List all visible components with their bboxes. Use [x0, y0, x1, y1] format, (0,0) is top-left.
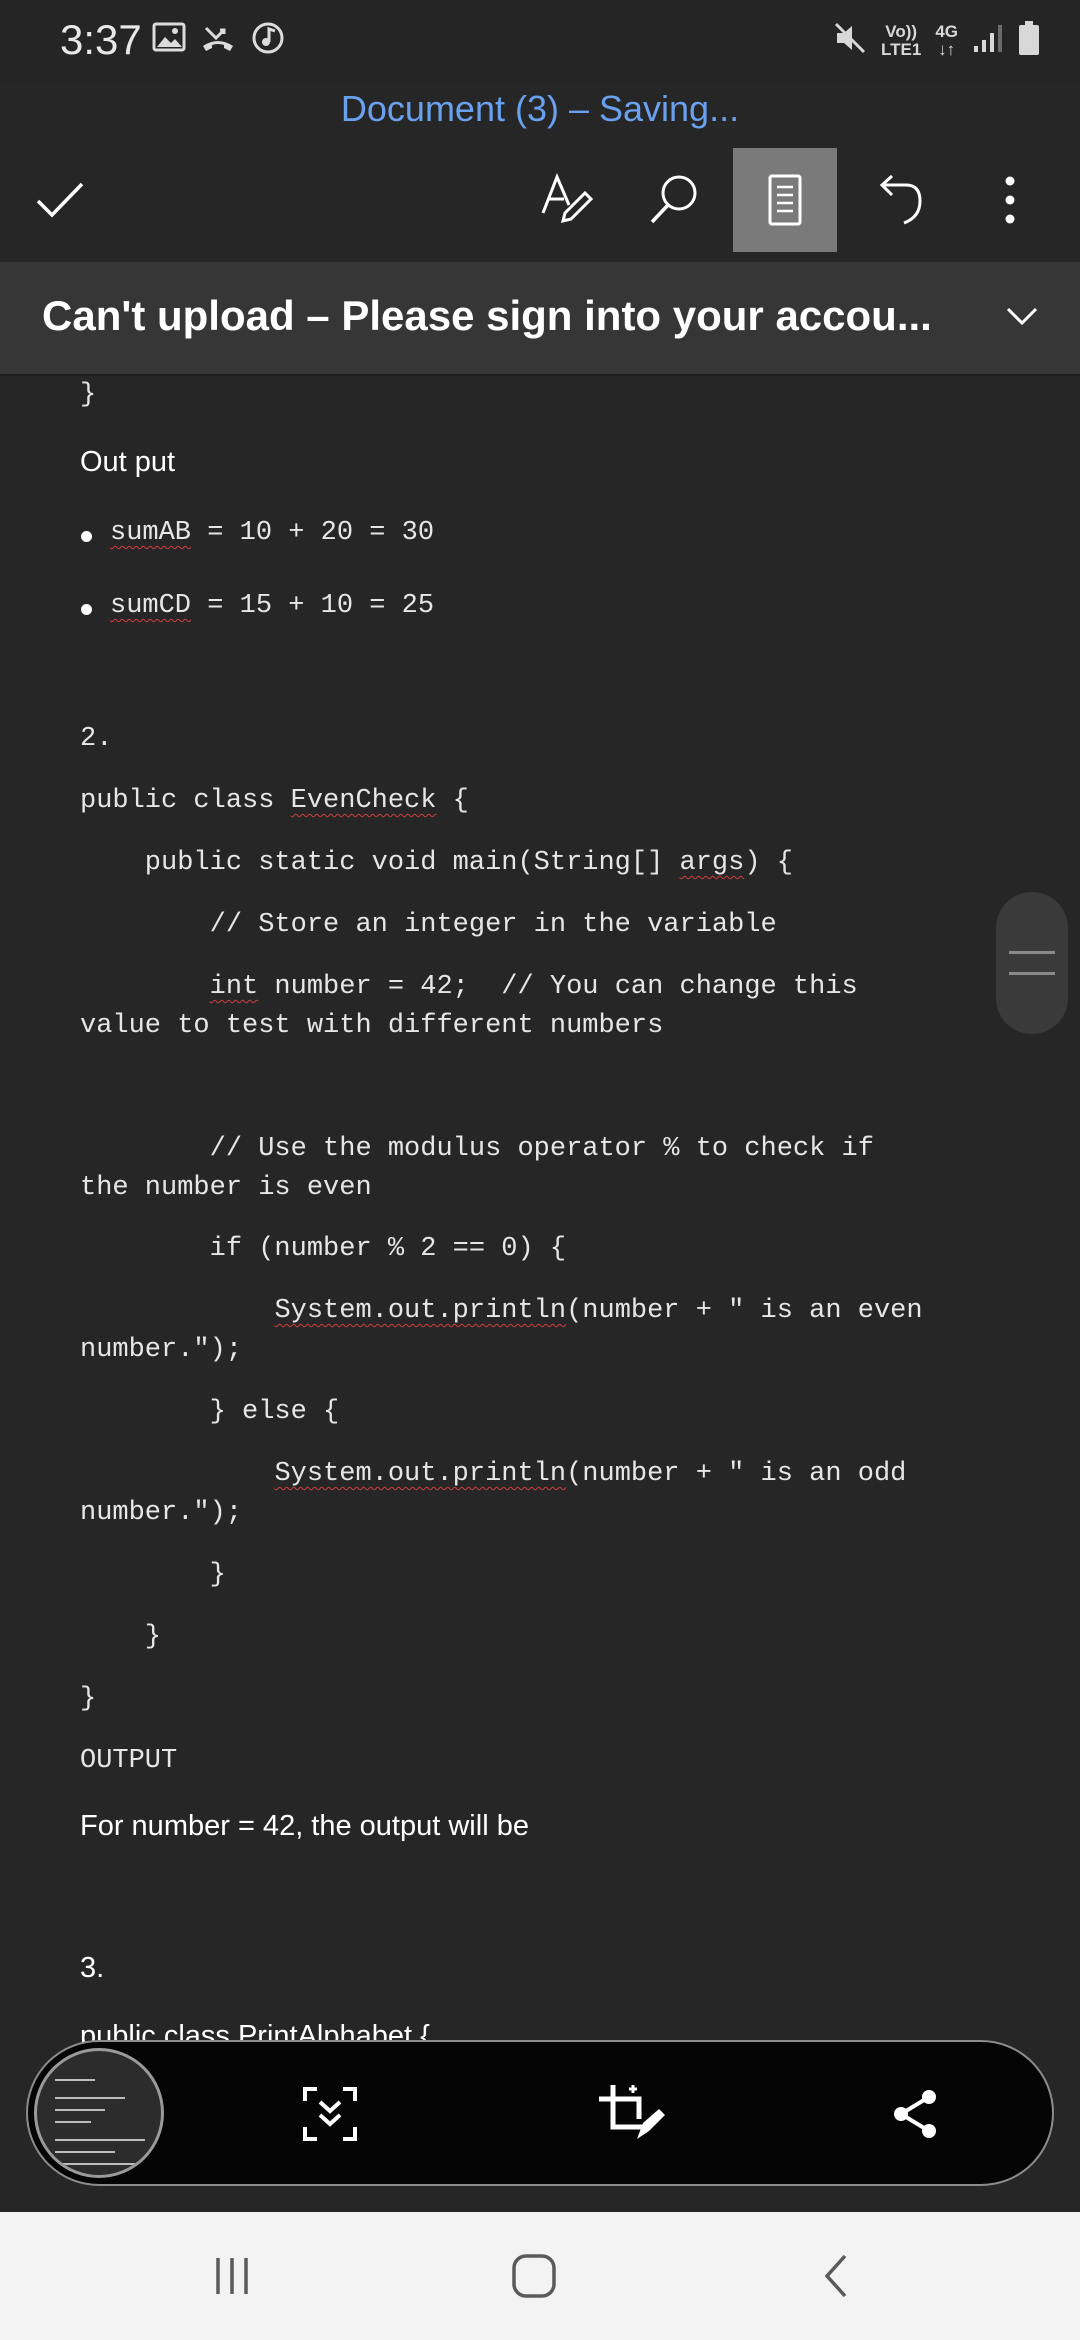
recent-apps-icon	[216, 2258, 248, 2294]
bullet-dot	[81, 604, 92, 615]
read-mode-button[interactable]	[733, 148, 837, 252]
code-line: // Store an integer in the variable	[80, 910, 777, 940]
document-title: Document (3) – Saving...	[340, 88, 740, 129]
network-label: Vo)) LTE1	[881, 21, 922, 59]
bullet-item: sumAB = 10 + 20 = 30	[110, 518, 435, 548]
back-icon	[824, 2254, 847, 2298]
search-button[interactable]	[622, 148, 726, 252]
signal-icon	[972, 22, 1004, 59]
scroll-capture-button[interactable]	[278, 2062, 382, 2166]
chevron-down-icon[interactable]	[1004, 298, 1040, 339]
network-type: 4G ↓↑	[935, 21, 958, 59]
crop-edit-button[interactable]	[580, 2062, 684, 2166]
scroll-capture-icon	[303, 2087, 357, 2141]
bullet-item: sumCD = 15 + 10 = 25	[110, 591, 435, 621]
code-line: } else {	[80, 1397, 340, 1427]
more-options-button[interactable]	[958, 148, 1062, 252]
code-line: the number is even	[80, 1173, 372, 1203]
mute-icon	[833, 21, 867, 60]
share-button[interactable]	[864, 2062, 968, 2166]
toolbar	[0, 146, 1080, 256]
code-line: }	[80, 1560, 226, 1590]
missed-call-icon	[200, 20, 236, 61]
pen-format-icon	[541, 173, 593, 224]
home-button[interactable]	[484, 2236, 584, 2316]
more-icon	[1005, 176, 1015, 224]
code-line: }	[80, 380, 97, 410]
music-sync-icon	[250, 20, 286, 61]
code-line: value to test with different numbers	[80, 1011, 664, 1041]
status-time: 3:37	[60, 16, 142, 63]
search-icon	[650, 175, 697, 224]
check-button[interactable]	[8, 148, 112, 252]
home-icon	[512, 2254, 556, 2298]
section-number: 3.	[80, 1952, 105, 1984]
document-body[interactable]: } Out put sumAB = 10 + 20 = 30 sumCD = 1…	[0, 376, 1080, 2044]
output-text: For number = 42, the output will be	[80, 1810, 529, 1842]
navigation-bar	[0, 2212, 1080, 2340]
undo-icon	[879, 174, 922, 225]
fast-scroll-handle[interactable]	[996, 892, 1068, 1034]
upload-error-banner[interactable]: Can't upload – Please sign into your acc…	[0, 262, 1080, 376]
output-heading: Out put	[80, 446, 176, 478]
code-line: if (number % 2 == 0) {	[80, 1234, 567, 1264]
code-line: }	[80, 1622, 162, 1652]
status-notification-icons	[152, 20, 286, 61]
section-number: 2.	[80, 724, 113, 754]
code-line: public static void main(String[] args) {	[80, 848, 793, 878]
code-line: // Use the modulus operator % to check i…	[80, 1134, 874, 1164]
code-line: System.out.println(number + " is an even	[274, 1296, 923, 1326]
code-line: number.");	[80, 1335, 243, 1365]
gallery-icon	[152, 20, 186, 61]
code-line: int number = 42; // You can change this	[209, 972, 858, 1002]
status-bar: 3:37 Vo)) LTE1 4G ↓↑	[0, 0, 1080, 84]
bullet-dot	[81, 531, 92, 542]
status-system-icons: Vo)) LTE1 4G ↓↑	[833, 20, 1040, 61]
share-icon	[894, 2090, 936, 2138]
screenshot-toolbar	[26, 2040, 1054, 2186]
back-button[interactable]	[786, 2236, 886, 2316]
crop-edit-icon	[599, 2085, 665, 2139]
undo-button[interactable]	[845, 148, 949, 252]
recent-apps-button[interactable]	[182, 2236, 282, 2316]
battery-icon	[1018, 20, 1040, 61]
code-line: System.out.println(number + " is an odd	[274, 1459, 907, 1489]
code-line: }	[80, 1684, 97, 1714]
banner-message: Can't upload – Please sign into your acc…	[42, 292, 932, 339]
code-line: number.");	[80, 1498, 243, 1528]
output-label: OUTPUT	[80, 1746, 178, 1776]
code-line: public class EvenCheck {	[80, 786, 469, 816]
screenshot-thumbnail[interactable]	[34, 2048, 164, 2178]
format-button[interactable]	[514, 148, 618, 252]
read-mode-icon	[768, 174, 802, 226]
check-icon	[36, 182, 84, 218]
